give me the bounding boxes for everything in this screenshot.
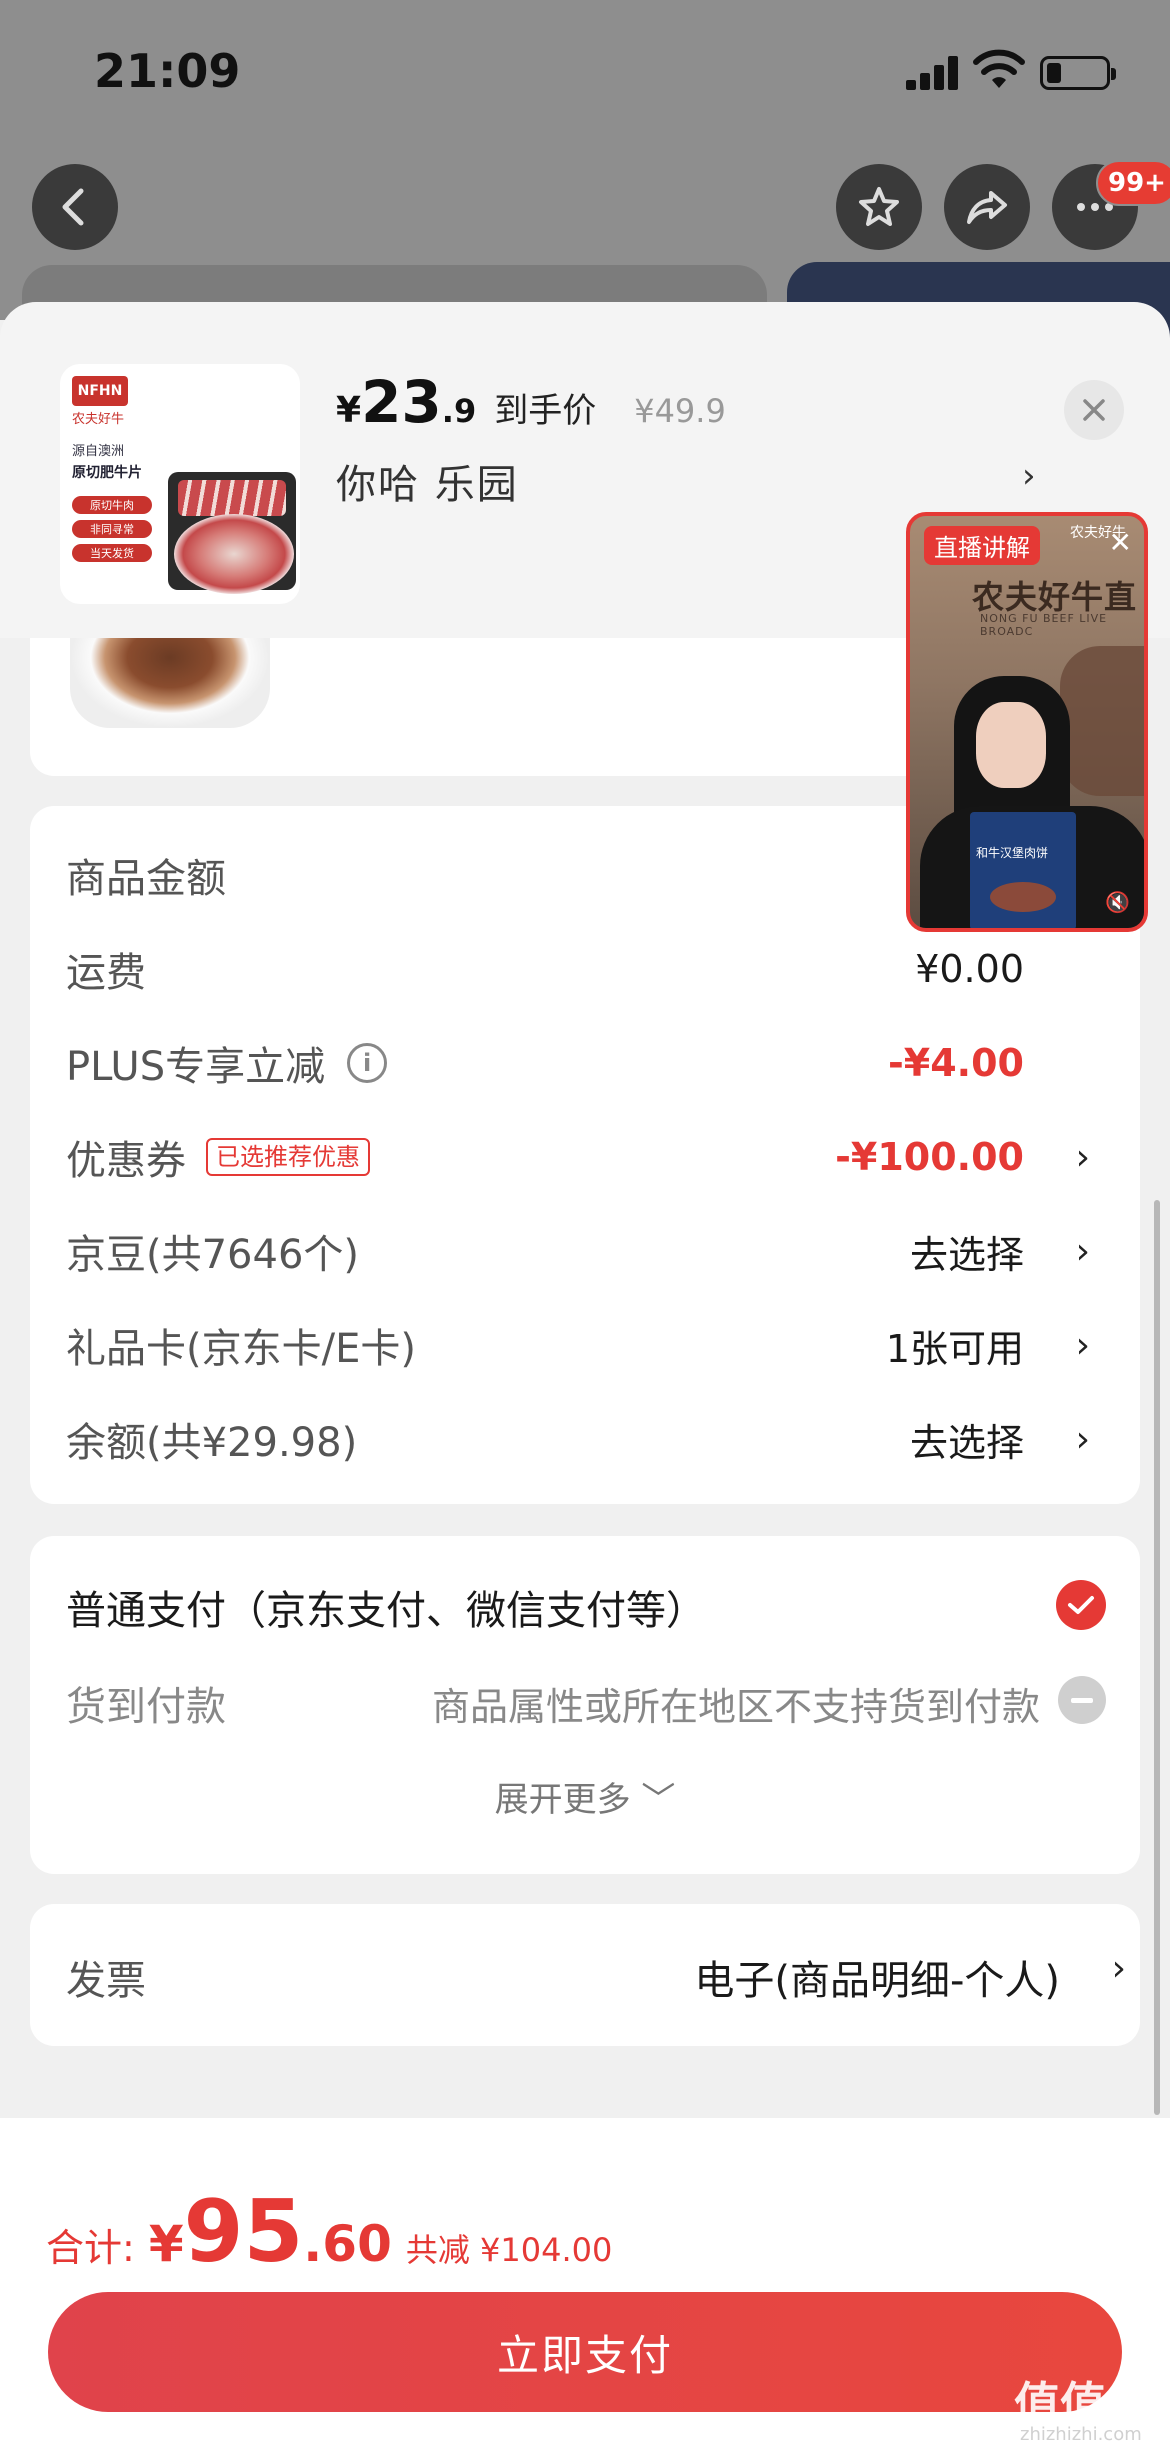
product-price: ¥ 23 .9 到手价 ¥49.9 — [336, 368, 726, 436]
payment-option-cod: 货到付款 — [66, 1684, 226, 1730]
row-label: 优惠券 已选推荐优惠 — [66, 1128, 370, 1186]
checkmark-icon[interactable] — [1056, 1580, 1106, 1630]
image-tag: 非同寻常 — [72, 520, 152, 538]
close-icon[interactable]: ✕ — [1109, 526, 1132, 559]
checkout-footer: 合计: ¥ 95 .60 共减 ¥104.00 立即支付 — [0, 2118, 1170, 2453]
status-bar: 21:09 — [0, 0, 1170, 140]
chevron-right-icon[interactable]: › — [1022, 456, 1036, 496]
presenter-face — [976, 702, 1046, 788]
row-value: ¥0.00 — [915, 947, 1024, 991]
row-label: 京豆(共7646个) — [66, 1232, 360, 1278]
total-decimal: .60 — [303, 2215, 392, 2273]
meat-plate-illustration — [174, 514, 294, 594]
chevron-right-icon: › — [1075, 1230, 1090, 1272]
price-currency: ¥ — [336, 390, 362, 431]
cod-unavailable-note: 商品属性或所在地区不支持货到付款 — [431, 1685, 1040, 1729]
brand-logo: NFHN — [72, 376, 128, 406]
pay-now-button[interactable]: 立即支付 — [48, 2292, 1122, 2412]
row-label: 商品金额 — [66, 856, 226, 902]
image-caption-origin: 源自澳洲 — [72, 444, 125, 459]
row-value: 去选择 — [909, 1420, 1024, 1465]
close-icon — [1083, 399, 1105, 421]
total-saved: 共减 ¥104.00 — [405, 2231, 613, 2269]
chevron-right-icon: › — [1075, 1418, 1090, 1460]
disabled-icon — [1058, 1676, 1106, 1724]
row-label-text: 优惠券 — [66, 1138, 186, 1184]
invoice-label: 发票 — [66, 1958, 146, 2004]
share-icon — [967, 191, 1007, 224]
scrollbar[interactable] — [1154, 1200, 1160, 2115]
star-icon — [859, 187, 899, 226]
total-currency: ¥ — [148, 2215, 184, 2273]
row-value: 去选择 — [909, 1232, 1024, 1277]
image-tag: 原切牛肉 — [72, 496, 152, 514]
price-decimal: .9 — [441, 392, 477, 430]
image-tag: 当天发货 — [72, 544, 152, 562]
row-value: 1张可用 — [885, 1326, 1024, 1371]
product-image[interactable]: NFHN 农夫好牛 源自澳洲 原切肥牛片 原切牛肉 非同寻常 当天发货 — [60, 364, 300, 604]
back-arrow-icon — [62, 188, 84, 226]
chevron-right-icon: › — [1075, 1324, 1090, 1366]
meat-slices-illustration — [178, 480, 286, 516]
invoice-value: 电子(商品明细-个人) — [694, 1958, 1060, 2004]
product-box: 和牛汉堡肉饼 — [970, 812, 1076, 928]
product-spec[interactable]: 你哈 乐园 — [336, 452, 519, 510]
summary-row-coupon[interactable]: 优惠券 已选推荐优惠 -¥100.00 › — [66, 1122, 1104, 1192]
original-price: ¥49.9 — [634, 392, 726, 430]
summary-row-jingdou[interactable]: 京豆(共7646个) 去选择 › — [66, 1216, 1104, 1286]
invoice-card[interactable]: 发票 电子(商品明细-个人) › — [30, 1904, 1140, 2046]
row-label: 余额(共¥29.98) — [66, 1420, 358, 1466]
product-box-text: 和牛汉堡肉饼 — [976, 846, 1049, 860]
patty-illustration — [990, 882, 1056, 912]
live-tag: 直播讲解 — [924, 526, 1040, 565]
status-time: 21:09 — [94, 44, 241, 98]
row-label-text: PLUS专享立减 — [66, 1044, 326, 1090]
summary-row-plus-discount: PLUS专享立减 i -¥4.00 — [66, 1028, 1104, 1098]
watermark-url: zhizhizhi.com — [1020, 2424, 1142, 2445]
live-background-subtitle: NONG FU BEEF LIVE BROADC — [980, 612, 1108, 638]
price-integer: 23 — [361, 368, 442, 436]
share-button[interactable] — [944, 164, 1030, 250]
payment-option-normal[interactable]: 普通支付（京东支付、微信支付等） — [66, 1578, 706, 1636]
order-total: 合计: ¥ 95 .60 共减 ¥104.00 — [46, 2182, 612, 2282]
info-icon[interactable]: i — [347, 1043, 388, 1083]
price-type-label: 到手价 — [494, 391, 597, 431]
total-integer: 95 — [183, 2182, 304, 2282]
close-sheet-button[interactable] — [1064, 380, 1124, 440]
wifi-icon — [973, 49, 1025, 88]
expand-more-button[interactable]: 展开更多 ﹀ — [30, 1772, 1140, 1821]
row-label: 运费 — [66, 950, 146, 996]
payment-method-card: 普通支付（京东支付、微信支付等） 货到付款 商品属性或所在地区不支持货到付款 展… — [30, 1536, 1140, 1874]
summary-row-balance[interactable]: 余额(共¥29.98) 去选择 › — [66, 1404, 1104, 1474]
row-label: 礼品卡(京东卡/E卡) — [66, 1326, 416, 1372]
row-label: PLUS专享立减 i — [66, 1034, 388, 1092]
summary-row-gift-card[interactable]: 礼品卡(京东卡/E卡) 1张可用 › — [66, 1310, 1104, 1380]
cellular-signal-icon — [906, 56, 960, 90]
favorite-button[interactable] — [836, 164, 922, 250]
total-label: 合计: — [46, 2226, 135, 2270]
brand-name: 农夫好牛 — [72, 412, 125, 427]
beef-chart-illustration — [1060, 646, 1144, 796]
notification-badge: 99+ — [1096, 160, 1170, 206]
image-caption-product: 原切肥牛片 — [72, 465, 142, 481]
chevron-right-icon: › — [1111, 1948, 1126, 1989]
chevron-right-icon: › — [1075, 1136, 1090, 1178]
mute-icon[interactable]: 🔇 — [1105, 890, 1130, 914]
summary-row-shipping: 运费 ¥0.00 — [66, 934, 1104, 1004]
coupon-badge: 已选推荐优惠 — [206, 1138, 370, 1176]
battery-icon — [1040, 56, 1116, 90]
row-value: -¥100.00 — [835, 1135, 1024, 1179]
back-button[interactable] — [32, 164, 118, 250]
live-stream-window[interactable]: 农夫好牛直 NONG FU BEEF LIVE BROADC 和牛汉堡肉饼 直播… — [906, 512, 1148, 932]
row-value: -¥4.00 — [888, 1041, 1024, 1085]
